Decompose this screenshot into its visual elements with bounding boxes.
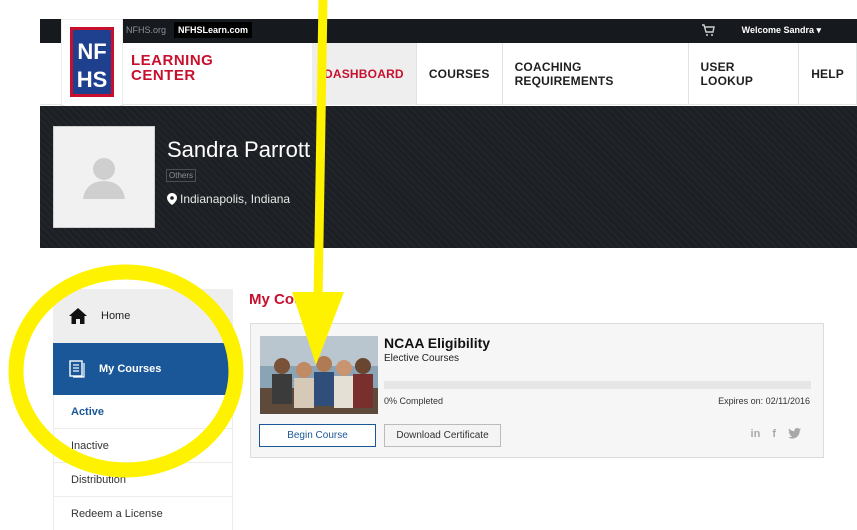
facebook-icon[interactable]: f [772,428,776,442]
nav-coaching-requirements[interactable]: COACHING REQUIREMENTS [501,43,688,105]
nav-courses[interactable]: COURSES [415,43,502,105]
profile-banner: Sandra Parrott Others Indianapolis, Indi… [40,106,857,248]
app-root: NFHS.org NFHSLearn.com Welcome Sandra ▾ … [0,0,857,530]
twitter-icon[interactable] [788,428,801,442]
sidebar-my-courses-label: My Courses [99,363,162,375]
avatar[interactable] [53,126,155,228]
primary-menu: DASHBOARD COURSES COACHING REQUIREMENTS … [312,43,857,105]
course-thumbnail[interactable] [260,336,378,414]
begin-course-button[interactable]: Begin Course [259,424,376,447]
home-icon [69,308,87,324]
sidebar-item-redeem-license[interactable]: Redeem a License [53,497,233,530]
course-progress-label: 0% Completed [384,396,444,406]
brand-line-2: CENTER [131,67,196,84]
welcome-user-menu[interactable]: Welcome Sandra ▾ [742,25,821,36]
download-certificate-button[interactable]: Download Certificate [384,424,501,447]
sidebar-item-active[interactable]: Active [53,395,233,429]
course-card: NCAA Eligibility Elective Courses 0% Com… [250,323,824,458]
sidebar-item-distribution[interactable]: Distribution [53,463,233,497]
sidebar-home-label: Home [101,310,131,322]
nav-dashboard[interactable]: DASHBOARD [312,43,416,105]
nav-help[interactable]: HELP [798,43,857,105]
brand-line-1: LEARNING [131,52,214,69]
location-text: Indianapolis, Indiana [180,192,291,206]
profile-role-badge: Others [166,169,197,182]
nfhs-org-link[interactable]: NFHS.org [126,25,166,35]
profile-name: Sandra Parrott [167,137,311,162]
profile-location: Indianapolis, Indiana [167,192,290,206]
nfhslearn-link[interactable]: NFHSLearn.com [174,22,253,38]
svg-text:NF: NF [77,39,106,64]
sidebar-item-my-courses[interactable]: My Courses [53,343,233,395]
courses-icon [69,360,85,378]
course-category: Elective Courses [384,353,460,364]
top-utility-bar: NFHS.org NFHSLearn.com Welcome Sandra ▾ [40,19,857,43]
sidebar-item-inactive[interactable]: Inactive [53,429,233,463]
linkedin-icon[interactable]: in [751,428,761,442]
sidebar-item-home[interactable]: Home [53,289,233,343]
learning-center-brand[interactable]: LEARNING CENTER [131,53,213,83]
cart-icon[interactable] [701,23,715,42]
my-courses-heading: My Courses [249,291,335,308]
nav-user-lookup[interactable]: USER LOOKUP [687,43,799,105]
course-expiration: Expires on: 02/11/2016 [718,396,810,406]
svg-text:HS: HS [77,67,108,92]
user-silhouette-icon [83,158,125,199]
social-share: in f [751,428,801,442]
main-nav: NF HS LEARNING CENTER DASHBOARD COURSES … [40,18,857,120]
map-pin-icon [167,193,177,205]
course-progress-bar [384,381,811,389]
sidebar: Home My Courses Active Inactive Distribu… [53,289,233,530]
course-title[interactable]: NCAA Eligibility [384,335,490,351]
